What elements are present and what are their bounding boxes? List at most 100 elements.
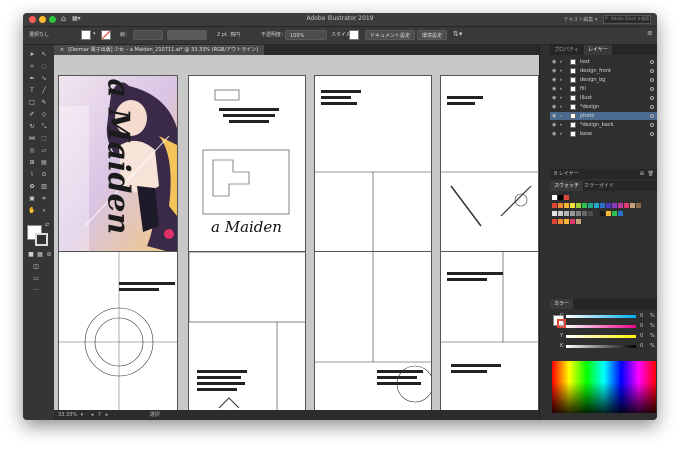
new-layer-icon[interactable]: ⊞ [640,169,644,179]
artboard-page-5[interactable] [58,251,178,410]
arrange-icon[interactable]: ⇅▾ [453,30,462,38]
layer-row-design-back[interactable]: ◉ ▸ *design_back [550,121,657,129]
direct-selection-icon[interactable]: ↖ [40,51,48,59]
style-swatch[interactable] [349,30,359,40]
slice-icon[interactable]: ⌗ [40,195,48,203]
chevron-down-icon[interactable]: ▾ [81,412,84,418]
lock-icon[interactable]: ▸ [560,85,563,93]
brush-definition[interactable]: 2 pt. 楕円 [217,31,240,38]
trash-icon[interactable]: 🗑 [648,169,654,179]
lock-icon[interactable]: ▸ [560,121,563,129]
artboard-title-page[interactable]: a Maiden [188,75,306,253]
artboard-cover[interactable]: a Maiden [58,75,178,253]
lock-icon[interactable]: ▸ [560,67,563,75]
shaper-icon[interactable]: ✐ [28,111,36,119]
artboard-icon[interactable]: ▣ [28,195,36,203]
rectangle-icon[interactable]: □ [28,99,36,107]
opacity-field[interactable]: 100% [285,30,327,40]
gradient-icon[interactable]: ▤ [40,159,48,167]
prev-artboard-icon[interactable]: ◂ [91,412,94,418]
eye-icon[interactable]: ◉ [552,103,556,111]
swap-colors-icon[interactable]: ⇄ [43,221,51,229]
selection-tool-icon[interactable]: ➤ [28,51,36,59]
preferences-button[interactable]: 環境設定 [417,30,448,40]
pen-icon[interactable]: ✒ [28,75,36,83]
lock-icon[interactable]: ▸ [560,76,563,84]
canvas[interactable]: a Maiden a Maiden [54,55,539,410]
stroke-swatch-icon[interactable] [101,30,111,40]
draw-mode-icon[interactable]: ◫ [32,263,40,271]
lock-icon[interactable]: ▸ [560,94,563,102]
zoom-level[interactable]: 33.33% [58,412,77,418]
tab-color[interactable]: カラー [550,299,574,309]
channel-m-value[interactable]: 0 [640,323,643,329]
artboard-page-7[interactable] [314,251,432,410]
shape-builder-icon[interactable]: ◎ [28,147,36,155]
lock-icon[interactable]: ▸ [560,103,563,111]
screen-mode-icon[interactable]: ▭ [32,275,40,283]
width-icon[interactable]: ⋈ [28,135,36,143]
eye-icon[interactable]: ◉ [552,76,556,84]
brush-icon[interactable]: ✎ [40,99,48,107]
layer-row-text[interactable]: ◉ ▸ text [550,58,657,66]
workspace-switcher[interactable]: テキスト編集 [563,17,593,23]
free-transform-icon[interactable]: ⬚ [40,135,48,143]
symbol-icon[interactable]: ✿ [28,183,36,191]
eye-icon[interactable]: ◉ [552,121,556,129]
layer-row-design[interactable]: ◉ ▸ *design [550,103,657,111]
channel-y-value[interactable]: 0 [640,333,643,339]
lasso-icon[interactable]: ◌ [40,63,48,71]
hand-icon[interactable]: ✋ [28,207,36,215]
stroke-weight-field[interactable] [133,30,163,40]
channel-k-slider[interactable] [566,345,636,348]
zoom-icon[interactable]: ⌕ [40,207,48,215]
channel-k-value[interactable]: 0 [640,343,643,349]
fill-swatch-icon[interactable] [81,30,91,40]
artboard-page-3[interactable] [314,75,432,253]
eraser-icon[interactable]: ◇ [40,111,48,119]
perspective-icon[interactable]: ▱ [40,147,48,155]
tab-color-guide[interactable]: カラーガイド [580,181,618,191]
none-mode-icon[interactable]: ⊘ [45,251,53,259]
eye-icon[interactable]: ◉ [552,67,556,75]
chevron-down-icon[interactable]: ▾ [93,31,96,37]
rotate-icon[interactable]: ↻ [28,123,36,131]
next-artboard-icon[interactable]: ▸ [106,412,109,418]
eyedropper-icon[interactable]: ⌇ [28,171,36,179]
artboard-number[interactable]: 7 [98,412,101,418]
menu-icon[interactable]: ≡ [647,29,653,37]
blend-icon[interactable]: ⊙ [40,171,48,179]
stock-search-input[interactable]: ⌕ Adobe Stock を検索 [603,15,651,24]
channel-c-slider[interactable] [566,315,636,318]
type-icon[interactable]: T [28,87,36,95]
stroke-color-box[interactable] [35,233,48,246]
color-spectrum[interactable] [552,361,656,413]
curvature-icon[interactable]: ∿ [40,75,48,83]
magic-wand-icon[interactable]: ✧ [28,63,36,71]
tab-layers[interactable]: レイヤー [584,45,612,55]
layer-row-fill[interactable]: ◉ ▸ fill [550,85,657,93]
eye-icon[interactable]: ◉ [552,85,556,93]
eye-icon[interactable]: ◉ [552,94,556,102]
workspace-chevron-icon[interactable]: ▾ [595,17,599,23]
artboard-page-6[interactable] [188,251,306,410]
layer-row-photo[interactable]: ◉ ▸ photo [550,112,657,120]
channel-y-slider[interactable] [566,335,636,338]
tab-swatches[interactable]: スウォッチ [550,181,584,191]
channel-m-slider[interactable] [566,325,636,328]
lock-icon[interactable]: ▸ [560,112,563,120]
eye-icon[interactable]: ◉ [552,130,556,138]
artboard-page-4[interactable] [440,75,539,253]
channel-c-value[interactable]: 0 [640,313,643,319]
line-icon[interactable]: ╱ [40,87,48,95]
tab-properties[interactable]: プロパティ [550,45,583,55]
document-settings-button[interactable]: ドキュメント設定 [365,30,416,40]
close-tab-icon[interactable]: × [60,47,64,53]
layer-row-design-bg[interactable]: ◉ ▸ design_bg [550,76,657,84]
swatch-grid[interactable] [552,195,656,231]
mesh-icon[interactable]: ⊞ [28,159,36,167]
document-tab[interactable]: × [Dermar 電子出版] 少女 – a Maiden_210711.ai* … [54,45,265,55]
variable-width-field[interactable] [167,30,207,40]
gradient-mode-icon[interactable]: ▦ [36,251,44,259]
eye-icon[interactable]: ◉ [552,112,556,120]
